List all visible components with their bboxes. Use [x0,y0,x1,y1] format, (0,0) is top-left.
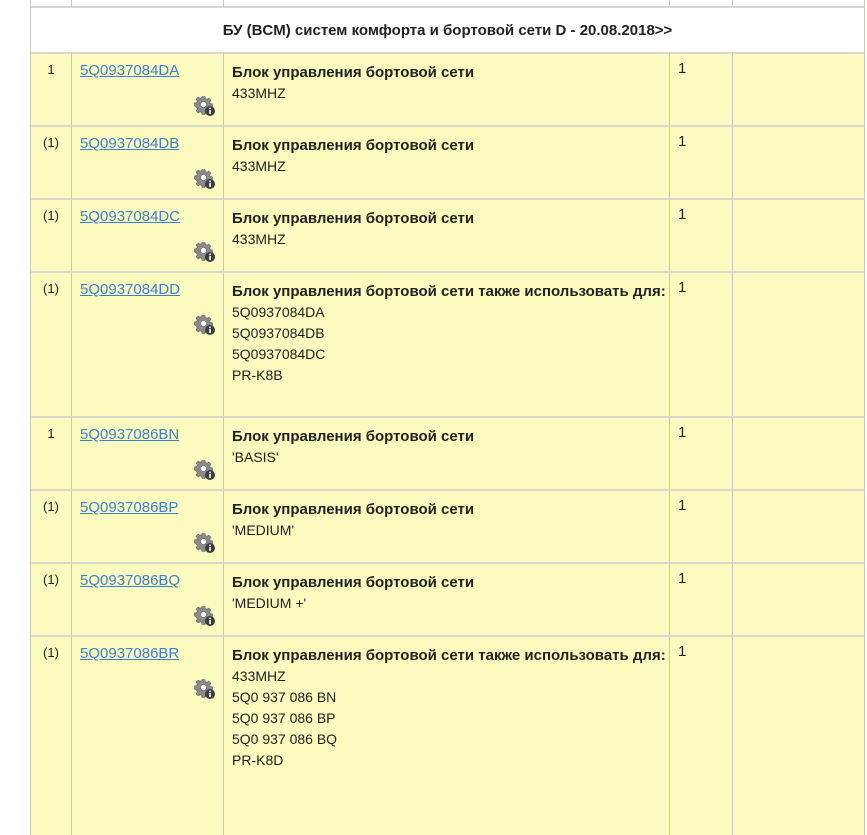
remark-cell [732,52,865,125]
count-cell: 1 [669,198,732,271]
description-cell: Блок управления бортовой сети 'MEDIUM +' [223,562,669,635]
table-row: (1) 5Q0937084DB Блок управления бортовой с… [30,125,865,198]
part-number-link[interactable]: 5Q0937084DB [80,135,179,152]
table-row: (1) 5Q0937084DC Блок управления бортовой с… [30,198,865,271]
count-cell: 1 [669,416,732,489]
count-cell: 1 [669,125,732,198]
description-cell: Блок управления бортовой сети 433MHZ [223,52,669,125]
parts-table-container: БУ (BCM) систем комфорта и бортовой сети… [30,0,865,835]
part-number-link[interactable]: 5Q0937084DA [80,62,179,79]
remark-cell [732,489,865,562]
table-row: (1) 5Q0937086BR Блок управления бортовой с… [30,635,865,835]
qty-cell: (1) [30,198,71,271]
part-number-link[interactable]: 5Q0937084DC [80,208,180,225]
qty-cell: 1 [30,416,71,489]
remark-cell [732,125,865,198]
description-cell: Блок управления бортовой сети 'MEDIUM' [223,489,669,562]
remark-cell [732,416,865,489]
group-title[interactable]: БУ (BCM) систем комфорта и бортовой сети… [223,22,673,39]
gear-info-icon[interactable] [194,532,216,554]
description-cell: Блок управления бортовой сети также испо… [223,271,669,416]
description-line: 433MHZ [232,231,286,247]
table-row: 1 5Q0937086BN Блок управления бортовой сет… [30,416,865,489]
description-line: 'MEDIUM +' [232,595,307,611]
description-line: 433MHZ [232,668,286,684]
count-cell: 1 [669,562,732,635]
gear-info-icon[interactable] [194,678,216,700]
part-title: Блок управления бортовой сети также испо… [232,283,666,300]
gear-info-icon[interactable] [194,605,216,627]
description-cell: Блок управления бортовой сети также испо… [223,635,669,835]
part-number-cell: 5Q0937086BQ [71,562,223,635]
description-cell: Блок управления бортовой сети 433MHZ [223,125,669,198]
group-header: БУ (BCM) систем комфорта и бортовой сети… [30,6,865,52]
description-line: 5Q0937084DA [232,304,325,320]
part-title: Блок управления бортовой сети [232,574,475,591]
table-row: 1 5Q0937084DA Блок управления бортовой сет… [30,52,865,125]
count-cell: 1 [669,635,732,835]
gear-info-icon[interactable] [194,95,216,117]
part-number-cell: 5Q0937086BR [71,635,223,835]
gear-info-icon[interactable] [194,241,216,263]
part-number-cell: 5Q0937084DB [71,125,223,198]
description-line: 5Q0 937 086 BQ [232,731,338,747]
count-cell: 1 [669,271,732,416]
gear-info-icon[interactable] [194,168,216,190]
qty-cell: (1) [30,271,71,416]
description-line: 5Q0937084DB [232,325,325,341]
description-line: 'BASIS' [232,449,279,465]
table-row: (1) 5Q0937084DD Блок управления бортовой с… [30,271,865,416]
description-line: PR-K8D [232,752,284,768]
part-number-link[interactable]: 5Q0937086BR [80,645,179,662]
remark-cell [732,198,865,271]
part-number-cell: 5Q0937084DD [71,271,223,416]
description-line: 5Q0 937 086 BP [232,710,336,726]
remark-cell [732,635,865,835]
remark-cell [732,562,865,635]
qty-cell: (1) [30,562,71,635]
part-title: Блок управления бортовой сети [232,210,475,227]
description-line: 5Q0937084DC [232,346,326,362]
description-line: 433MHZ [232,85,286,101]
part-number-link[interactable]: 5Q0937086BP [80,499,178,516]
qty-cell: 1 [30,52,71,125]
description-line: 'MEDIUM' [232,522,295,538]
qty-cell: (1) [30,635,71,835]
description-line: 5Q0 937 086 BN [232,689,337,705]
part-number-link[interactable]: 5Q0937086BN [80,426,179,443]
count-cell: 1 [669,489,732,562]
part-number-link[interactable]: 5Q0937084DD [80,281,180,298]
description-cell: Блок управления бортовой сети 433MHZ [223,198,669,271]
count-cell: 1 [669,52,732,125]
qty-cell: (1) [30,489,71,562]
part-title: Блок управления бортовой сети [232,501,475,518]
part-title: Блок управления бортовой сети также испо… [232,647,666,664]
gear-info-icon[interactable] [194,459,216,481]
description-cell: Блок управления бортовой сети 'BASIS' [223,416,669,489]
gear-info-icon[interactable] [194,314,216,336]
qty-cell: (1) [30,125,71,198]
description-line: PR-K8B [232,367,283,383]
table-row: (1) 5Q0937086BQ Блок управления бортовой с… [30,562,865,635]
part-number-cell: 5Q0937086BN [71,416,223,489]
part-number-cell: 5Q0937084DA [71,52,223,125]
description-line: 433MHZ [232,158,286,174]
part-title: Блок управления бортовой сети [232,428,475,445]
part-number-cell: 5Q0937086BP [71,489,223,562]
part-title: Блок управления бортовой сети [232,64,475,81]
part-number-link[interactable]: 5Q0937086BQ [80,572,180,589]
part-number-cell: 5Q0937084DC [71,198,223,271]
remark-cell [732,271,865,416]
table-row: (1) 5Q0937086BP Блок управления бортовой с… [30,489,865,562]
parts-table: БУ (BCM) систем комфорта и бортовой сети… [30,0,865,835]
part-title: Блок управления бортовой сети [232,137,475,154]
